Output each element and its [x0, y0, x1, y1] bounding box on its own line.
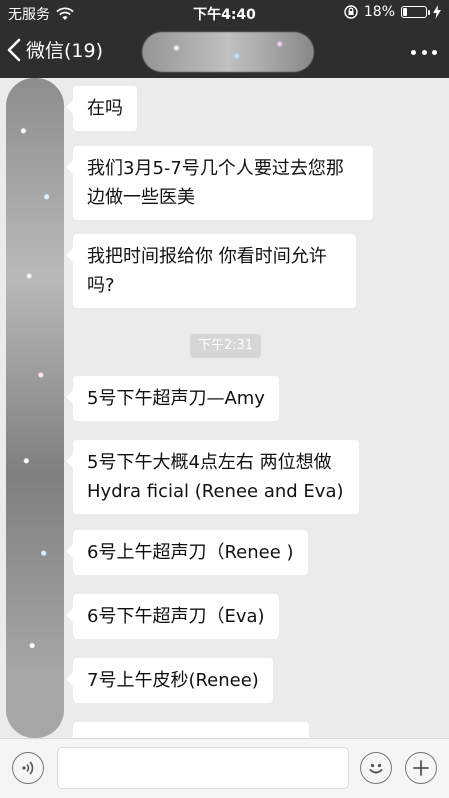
- message-text: 在吗: [87, 98, 123, 119]
- message-bubble[interactable]: 5号下午大概4点左右 两位想做Hydra ficial (Renee and E…: [66, 440, 359, 514]
- plus-button[interactable]: [405, 752, 437, 784]
- message-text: 我们3月5-7号几个人要过去您那边做一些医美: [87, 158, 344, 208]
- message-bubble[interactable]: 6号下午超声刀（Eva): [66, 594, 279, 639]
- charging-icon: [433, 5, 441, 19]
- status-bar: 无服务 下午4:40 18%: [0, 0, 449, 26]
- message-text: 我把时间报给你 你看时间允许吗?: [87, 246, 327, 296]
- header: 无服务 下午4:40 18% 微信(19): [0, 0, 449, 78]
- message-bubble[interactable]: 我们3月5-7号几个人要过去您那边做一些医美: [66, 146, 373, 220]
- message-timestamp: 下午2:31: [190, 334, 262, 358]
- battery-icon: [401, 6, 430, 18]
- emoji-button[interactable]: [360, 752, 392, 784]
- emoji-icon: [369, 763, 383, 774]
- message-text: 5号下午超声刀—Amy: [87, 388, 265, 409]
- voice-button[interactable]: [12, 752, 44, 784]
- contact-name-blurred: [142, 32, 314, 72]
- message-bubble[interactable]: 6号上午超声刀（Renee ): [66, 530, 308, 575]
- avatar-blurred: [6, 78, 64, 738]
- message-text: 5号下午大概4点左右 两位想做Hydra ficial (Renee and E…: [87, 452, 344, 502]
- orientation-lock-icon: [344, 5, 358, 19]
- input-bar: [0, 738, 449, 798]
- battery-percent: 18%: [363, 4, 395, 20]
- voice-icon: [22, 761, 34, 775]
- message-bubble[interactable]: 7号上午皮秒(Renee): [66, 658, 273, 703]
- message-text: 6号下午超声刀（Eva): [87, 606, 265, 627]
- message-bubble[interactable]: 在吗: [66, 86, 137, 131]
- battery-fill: [403, 8, 408, 16]
- back-button[interactable]: 微信(19): [6, 36, 103, 63]
- message-bubble[interactable]: 我把时间报给你 你看时间允许吗?: [66, 234, 356, 308]
- message-bubble[interactable]: 5号下午超声刀—Amy: [66, 376, 279, 421]
- more-dots-icon: [411, 49, 416, 55]
- plus-icon: [413, 760, 429, 776]
- chat-area[interactable]: 在吗 我们3月5-7号几个人要过去您那边做一些医美 我把时间报给你 你看时间允许…: [0, 78, 449, 738]
- back-label: 微信(19): [26, 40, 104, 62]
- chevron-left-icon: [7, 38, 21, 61]
- message-text: 7号上午皮秒(Renee): [87, 670, 259, 691]
- nav-bar: 微信(19): [0, 26, 449, 78]
- message-text: 6号上午超声刀（Renee ): [87, 542, 294, 563]
- message-bubble-partial[interactable]: [66, 722, 309, 738]
- message-input[interactable]: [57, 747, 349, 789]
- more-button[interactable]: [411, 40, 437, 64]
